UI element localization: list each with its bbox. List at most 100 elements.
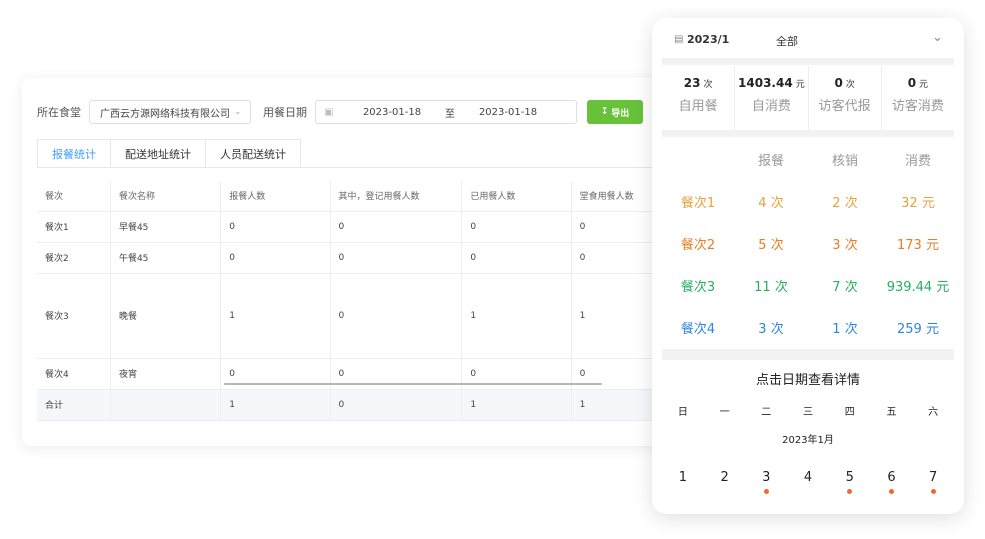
stat-value: 1403.44 元 [738,76,805,90]
stat-unit: 元 [795,80,805,90]
column-header: 餐次 [37,181,111,212]
date-label: 用餐日期 [263,106,307,119]
meal-row[interactable]: 餐次3 11 次 7 次 939.44 元 [662,264,954,306]
weekday-label: 一 [719,407,730,418]
meal-row[interactable]: 餐次4 3 次 1 次 259 元 [662,306,954,348]
meal-cell: 餐次4 [680,321,716,337]
table-cell: 早餐45 [110,211,222,243]
table-cell: 午餐45 [110,242,222,274]
export-button[interactable]: ↧ 导出 [587,100,643,124]
meal-cell: 餐次3 [680,279,716,295]
meal-column-header: 核销 [831,153,858,169]
stat-unit: 元 [919,80,929,90]
canteen-label: 所在食堂 [37,106,81,119]
column-header: 已用餐人数 [461,181,572,212]
calendar-day[interactable]: 2 [704,470,746,496]
table-cell: 餐次4 [37,358,111,390]
meal-row[interactable]: 餐次1 4 次 2 次 32 元 [662,180,954,222]
calendar-day[interactable]: 1 [662,470,704,496]
table-cell: 餐次1 [37,211,111,243]
date-range-picker[interactable]: ▣ 2023-01-18 至 2023-01-18 [315,100,577,124]
stat-value: 23 次 [683,76,713,90]
stat-value: 0元 [907,76,929,90]
calendar-day[interactable]: 3 [745,470,787,496]
meal-column-header: 报餐 [757,153,784,169]
table-cell: 0 [330,242,463,274]
calendar-day[interactable]: 6 [871,470,913,496]
activity-dot [763,489,769,494]
meal-cell: 1 次 [832,321,858,337]
table-horizontal-scrollbar[interactable] [224,383,602,385]
meal-stats-card: 所在食堂 广西云方源网络科技有限公司 ⌄ 用餐日期 ▣ 2023-01-18 至… [22,78,682,446]
stat-label: 访客代报 [818,99,871,114]
meal-summary-table: 报餐 核销 消费 餐次1 4 次 2 次 32 元餐次2 5 次 3 次 173 元餐次3 11 次… [662,138,954,348]
meal-row[interactable]: 餐次2 5 次 3 次 173 元 [662,222,954,264]
mobile-summary-panel: ▤ 2023/1 全部 ⌄ 23 次自用餐 1403.44 元自消费 0 次访客代报 0 元访… [652,18,964,514]
date-range-separator: 至 [445,108,455,120]
calendar-icon: ▤ [674,34,684,45]
table-cell: 夜宵 [110,358,222,390]
weekday-label: 六 [928,407,939,418]
table-cell: 0 [330,211,463,243]
column-header: 餐次名称 [110,181,222,212]
month-selector[interactable]: 2023/1 [687,33,729,46]
date-end-input[interactable]: 2023-01-18 [460,107,556,118]
stat-item: 23 次自用餐 [662,66,736,130]
stat-item: 1403.44 元自消费 [735,66,809,130]
chevron-down-icon: ⌄ [234,107,242,117]
table-total-row: 合计 1 0 1 1 [37,389,682,421]
calendar-icon: ▣ [324,106,334,118]
export-button-label: 导出 [611,108,630,119]
table-cell: 1 [461,389,572,421]
stats-tabs: 报餐统计 配送地址统计 人员配送统计 [37,139,301,168]
meal-cell: 4 次 [758,195,784,211]
table-cell: 0 [220,242,331,274]
table-cell: 晚餐 [110,273,222,359]
tabs-divider [37,167,682,168]
calendar-day[interactable]: 4 [787,470,829,496]
meal-filter[interactable]: 全部 [776,33,798,49]
activity-dot [888,489,894,494]
meal-cell: 餐次1 [680,195,716,211]
stat-item: 0 次访客代报 [809,66,882,130]
meal-cell: 11 次 [754,279,788,295]
calendar-weekdays: 日一二三四五六 [662,403,954,418]
calendar-day[interactable]: 7 [912,470,954,496]
meal-cell: 7 次 [832,279,858,295]
canteen-select[interactable]: 广西云方源网络科技有限公司 ⌄ [89,100,251,124]
stat-label: 自用餐 [678,99,718,114]
meal-cell: 939.44 元 [886,279,950,295]
table-cell: 0 [461,211,572,243]
table-cell: 1 [220,389,331,421]
section-divider [662,130,954,137]
table-row: 餐次3 晚餐 1 0 1 1 [37,273,682,359]
stat-item: 0 元访客消费 [882,66,954,130]
meal-cell: 259 元 [897,321,939,337]
meal-header-row: 报餐 核销 消费 [662,138,954,180]
column-header: 报餐人数 [220,181,331,212]
tab-1[interactable]: 配送地址统计 [110,139,205,168]
table-cell [110,389,222,421]
table-cell: 餐次2 [37,242,111,274]
tab-0[interactable]: 报餐统计 [37,139,110,168]
stat-unit: 次 [703,80,713,90]
meal-cell: 餐次2 [680,237,716,253]
calendar-day[interactable]: 5 [829,470,871,496]
table-row: 餐次2 午餐45 0 0 0 0 [37,242,682,274]
calendar-days: 1234567 [662,470,954,496]
weekday-label: 日 [677,407,688,418]
stat-value: 0次 [834,76,855,90]
meal-column-header: 消费 [904,153,931,169]
tab-2[interactable]: 人员配送统计 [205,139,301,168]
download-icon: ↧ [600,107,609,117]
table-row: 餐次1 早餐45 0 0 0 0 [37,211,682,243]
table-cell: 餐次3 [37,273,111,359]
calendar-title: 点击日期查看详情 [755,373,860,388]
section-divider [662,58,954,65]
column-header: 其中，登记用餐人数 [330,181,463,212]
table-cell: 合计 [37,389,111,421]
date-start-input[interactable]: 2023-01-18 [344,107,440,118]
table-cell: 0 [461,242,572,274]
calendar-month-label: 2023年1月 [782,435,834,446]
chevron-down-icon[interactable]: ⌄ [932,30,943,45]
